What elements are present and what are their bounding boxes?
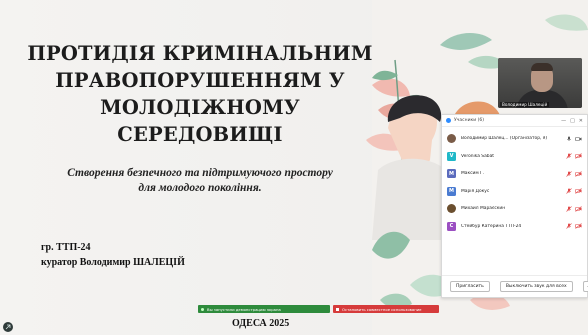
- participant-name: Михаил Мараєскин: [461, 206, 506, 212]
- share-status-text: Вы запустили демонстрацию экрана: [207, 306, 281, 312]
- participant-controls: [566, 171, 582, 177]
- participants-title: Учасники (6): [454, 118, 484, 123]
- participant-row[interactable]: M Марія Докус: [442, 183, 587, 201]
- stop-share-label: Остановить совместное использование: [342, 306, 422, 312]
- participants-panel-header: Учасники (6) — □ ✕: [442, 115, 587, 127]
- participant-controls: [566, 188, 582, 194]
- mic-muted-icon[interactable]: [566, 223, 572, 229]
- slide-title: ПРОТИДІЯ КРИМІНАЛЬНИМ ПРАВОПОРУШЕННЯМ У …: [10, 40, 390, 148]
- invite-button[interactable]: Пригласить: [450, 281, 490, 292]
- participant-row[interactable]: C Стейбур Катерина ТТП-24: [442, 218, 587, 236]
- video-person-hair: [531, 63, 553, 71]
- slide-subtitle: Створення безпечного та підтримуючого пр…: [30, 166, 370, 196]
- participants-panel-footer: Пригласить Выключить звук для всех ...: [442, 275, 588, 297]
- taskbar-app-icon[interactable]: [3, 322, 13, 332]
- title-line-1: ПРОТИДІЯ КРИМІНАЛЬНИМ: [27, 42, 373, 65]
- camera-off-icon[interactable]: [575, 188, 582, 194]
- participant-row[interactable]: V Veronika Sabat: [442, 148, 587, 166]
- camera-icon[interactable]: [575, 136, 582, 142]
- participant-name: Максим Г.: [461, 171, 485, 177]
- camera-off-icon[interactable]: [575, 153, 582, 159]
- mic-muted-icon[interactable]: [566, 171, 572, 177]
- participant-avatar: V: [447, 151, 456, 161]
- participant-controls: [566, 153, 582, 159]
- participant-controls: [566, 136, 582, 142]
- close-icon[interactable]: ✕: [579, 118, 583, 124]
- window-controls: — □ ✕: [561, 118, 583, 124]
- participant-name: Стейбур Катерина ТТП-24: [461, 223, 522, 229]
- city-year: ОДЕСА 2025: [232, 318, 290, 329]
- participant-controls: [566, 223, 582, 229]
- camera-off-icon[interactable]: [575, 206, 582, 212]
- author-block: гр. ТТП-24 куратор Володимир ШАЛЕЦІЙ: [41, 240, 185, 270]
- participant-name: Володимир Шалец... (Організатор, я): [461, 136, 548, 142]
- stop-share-button[interactable]: Остановить совместное использование: [333, 305, 439, 313]
- mic-icon[interactable]: [566, 136, 572, 142]
- participant-controls: [566, 206, 582, 212]
- participant-avatar: C: [447, 221, 456, 231]
- participant-row[interactable]: M Максим Г.: [442, 165, 587, 183]
- participant-name: Марія Докус: [461, 188, 490, 194]
- mic-muted-icon[interactable]: [566, 153, 572, 159]
- participant-name: Veronika Sabat: [461, 153, 494, 159]
- participant-avatar: [447, 204, 456, 214]
- camera-off-icon[interactable]: [575, 223, 582, 229]
- title-line-3: МОЛОДІЖНОМУ: [100, 96, 300, 119]
- mute-all-button[interactable]: Выключить звук для всех: [499, 281, 573, 292]
- mic-muted-icon[interactable]: [566, 188, 572, 194]
- screen-share-status-bar[interactable]: Вы запустили демонстрацию экрана: [198, 305, 330, 313]
- stop-icon: [336, 307, 339, 311]
- maximize-icon[interactable]: □: [570, 118, 575, 124]
- participant-avatar: M: [447, 186, 456, 196]
- subtitle-line-1: Створення безпечного та підтримуючого пр…: [67, 167, 333, 179]
- zoom-logo-icon: [446, 118, 451, 123]
- participant-avatar: M: [447, 169, 456, 179]
- self-video-tile[interactable]: Володимир Шалецій: [498, 58, 582, 108]
- participant-row[interactable]: Володимир Шалец... (Організатор, я): [442, 130, 587, 148]
- minimize-icon[interactable]: —: [561, 118, 566, 124]
- participant-avatar: [447, 134, 456, 144]
- video-name-label: Володимир Шалецій: [500, 102, 550, 107]
- participants-list: Володимир Шалец... (Організатор, я) V Vero…: [442, 127, 587, 235]
- mic-muted-icon[interactable]: [566, 206, 572, 212]
- subtitle-line-2: для молодого покоління.: [138, 182, 262, 194]
- more-options-button[interactable]: ...: [582, 281, 588, 292]
- title-line-4: СЕРЕДОВИЩІ: [117, 123, 283, 146]
- group-label: гр. ТТП-24: [41, 242, 91, 253]
- app-glyph-icon: [5, 324, 11, 330]
- participant-row[interactable]: Михаил Мараєскин: [442, 200, 587, 218]
- share-indicator-icon: [201, 307, 204, 311]
- curator-label: куратор Володимир ШАЛЕЦІЙ: [41, 257, 185, 268]
- title-line-2: ПРАВОПОРУШЕННЯМ У: [55, 69, 345, 92]
- participants-panel: Учасники (6) — □ ✕ Володимир Шалец... (О…: [441, 114, 588, 298]
- camera-off-icon[interactable]: [575, 171, 582, 177]
